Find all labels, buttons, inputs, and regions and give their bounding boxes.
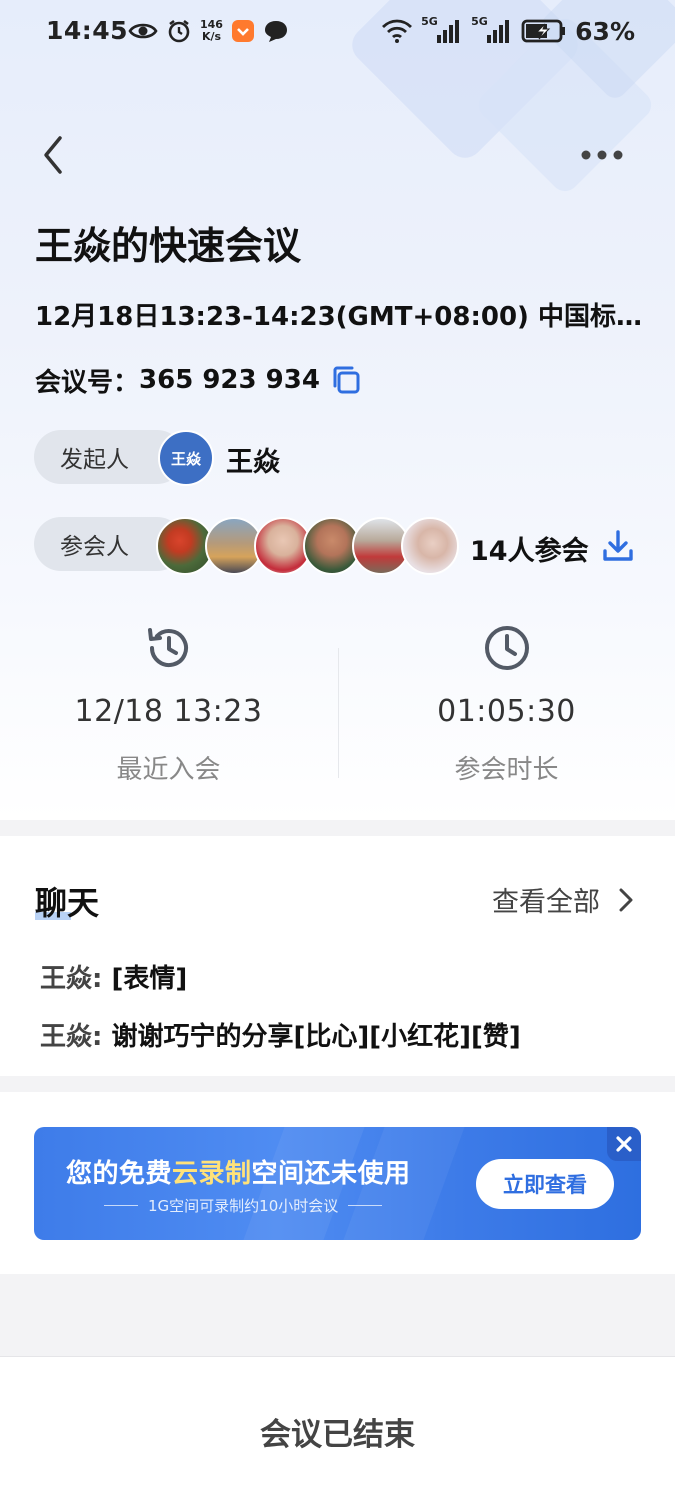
participant-count: 14人参会: [470, 536, 589, 567]
more-dots-icon: [581, 150, 623, 160]
chat-text: [表情]: [111, 964, 188, 994]
copy-icon[interactable]: [330, 364, 362, 396]
signal-5g-1: 5G: [421, 15, 463, 45]
meeting-ended-status: 会议已结束: [260, 1417, 415, 1453]
chat-message: 王焱: [表情]: [40, 958, 187, 995]
alarm-icon: [168, 19, 190, 43]
signal-5g-2: 5G: [471, 15, 513, 45]
recent-join-value: 12/18 13:23: [74, 694, 263, 729]
chat-sender: 王焱:: [40, 1022, 103, 1052]
host-name: 王焱: [226, 447, 280, 478]
meeting-title: 王焱的快速会议: [35, 224, 302, 268]
chat-section: 聊天 查看全部 王焱: [表情] 王焱: 谢谢巧宁的分享[比心][小红花][赞]: [0, 836, 675, 1076]
status-bar: 14:45 146 K/s 5G 5G 63%: [0, 0, 675, 64]
close-icon: [616, 1136, 632, 1152]
banner-title: 您的免费云录制空间还未使用: [66, 1159, 411, 1189]
meeting-id: 365 923 934: [139, 365, 320, 395]
back-button[interactable]: [28, 130, 78, 180]
avatar: [401, 517, 459, 575]
chat-text: 谢谢巧宁的分享[比心][小红花][赞]: [111, 1022, 521, 1052]
duration-stat: 01:05:30 参会时长: [338, 622, 675, 786]
chevron-left-icon: [44, 136, 62, 174]
view-now-button[interactable]: 立即查看: [476, 1159, 614, 1209]
wifi-icon: [382, 19, 413, 43]
battery-percent: 63%: [575, 16, 635, 46]
footer-bar: 会议已结束: [0, 1356, 675, 1500]
meeting-id-label: 会议号：: [35, 367, 140, 398]
banner-subtitle: 1G空间可录制约10小时会议: [104, 1195, 383, 1216]
meeting-id-row: 会议号： 365 923 934: [35, 362, 362, 398]
chat-sender: 王焱:: [40, 964, 103, 994]
duration-label: 参会时长: [454, 755, 559, 785]
message-icon: [264, 21, 287, 42]
taobao-app-icon: [231, 20, 254, 42]
chat-title: 聊天: [35, 884, 100, 922]
duration-value: 01:05:30: [437, 694, 576, 729]
view-all-chat-button[interactable]: 查看全部: [492, 880, 640, 919]
banner-section: 您的免费云录制空间还未使用 1G空间可录制约10小时会议 立即查看: [0, 1092, 675, 1274]
more-button[interactable]: [572, 130, 632, 180]
meeting-time: 12月18日13:23-14:23(GMT+08:00) 中国标准时间: [35, 302, 645, 332]
chat-message: 王焱: 谢谢巧宁的分享[比心][小红花][赞]: [40, 1016, 521, 1053]
network-speed: 146 K/s: [200, 18, 223, 43]
recent-join-stat: 12/18 13:23 最近入会: [0, 622, 337, 786]
eye-icon: [128, 23, 158, 39]
download-icon[interactable]: [600, 528, 636, 564]
history-clock-icon: [147, 628, 188, 668]
chevron-right-icon: [619, 888, 633, 911]
cloud-recording-banner[interactable]: 您的免费云录制空间还未使用 1G空间可录制约10小时会议 立即查看: [34, 1127, 641, 1240]
status-time: 14:45: [46, 16, 129, 45]
view-all-label: 查看全部: [492, 887, 600, 918]
host-avatar[interactable]: 王焱: [158, 430, 214, 486]
battery-charging-icon: [521, 19, 566, 43]
clock-icon: [484, 626, 529, 670]
banner-close-button[interactable]: [607, 1127, 641, 1161]
recent-join-label: 最近入会: [116, 755, 221, 785]
